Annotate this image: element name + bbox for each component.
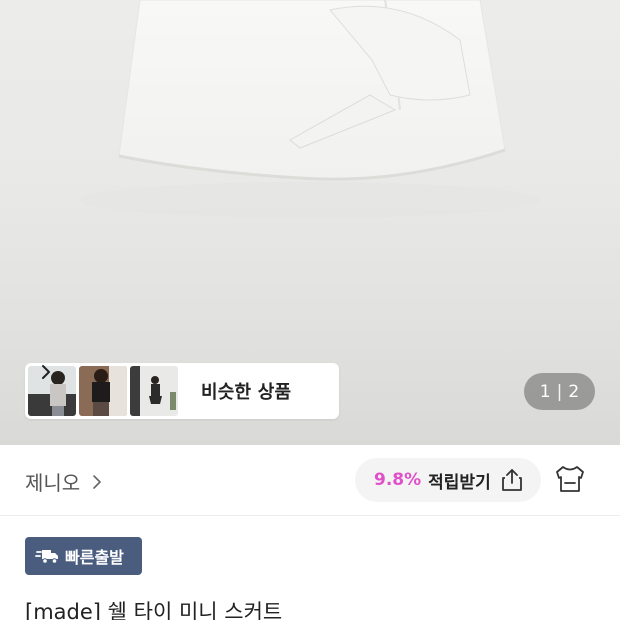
similar-thumbnail <box>130 366 178 416</box>
seller-row: 제니오 9.8% 적립받기 <box>0 445 620 515</box>
closet-hanger-icon[interactable] <box>553 463 587 495</box>
seller-link[interactable]: 제니오 <box>25 467 102 496</box>
product-image[interactable]: 비슷한 상품 1 | 2 <box>0 0 620 445</box>
points-label: 적립받기 <box>428 472 491 493</box>
similar-products-label: 비슷한 상품 <box>201 382 292 403</box>
page-separator: | <box>556 381 563 402</box>
points-rate: 9.8% <box>374 470 422 490</box>
section-divider <box>0 515 620 516</box>
chevron-right-icon <box>93 474 102 489</box>
seller-name: 제니오 <box>25 471 81 495</box>
similar-thumbnail <box>79 366 127 416</box>
chevron-right-icon <box>42 365 50 379</box>
share-icon[interactable] <box>499 467 525 493</box>
fast-shipping-label: 빠른출발 <box>65 548 124 567</box>
product-title: [made] 쉘 타이 미니 스커트 <box>25 600 283 620</box>
earn-points-button[interactable]: 9.8% 적립받기 <box>355 458 541 502</box>
total-pages: 2 <box>568 381 580 402</box>
image-page-indicator: 1 | 2 <box>524 373 595 410</box>
delivery-truck-icon <box>35 550 58 564</box>
similar-products-button[interactable]: 비슷한 상품 <box>25 363 339 419</box>
current-page: 1 <box>539 381 551 402</box>
fast-shipping-badge: 빠른출발 <box>25 537 142 575</box>
